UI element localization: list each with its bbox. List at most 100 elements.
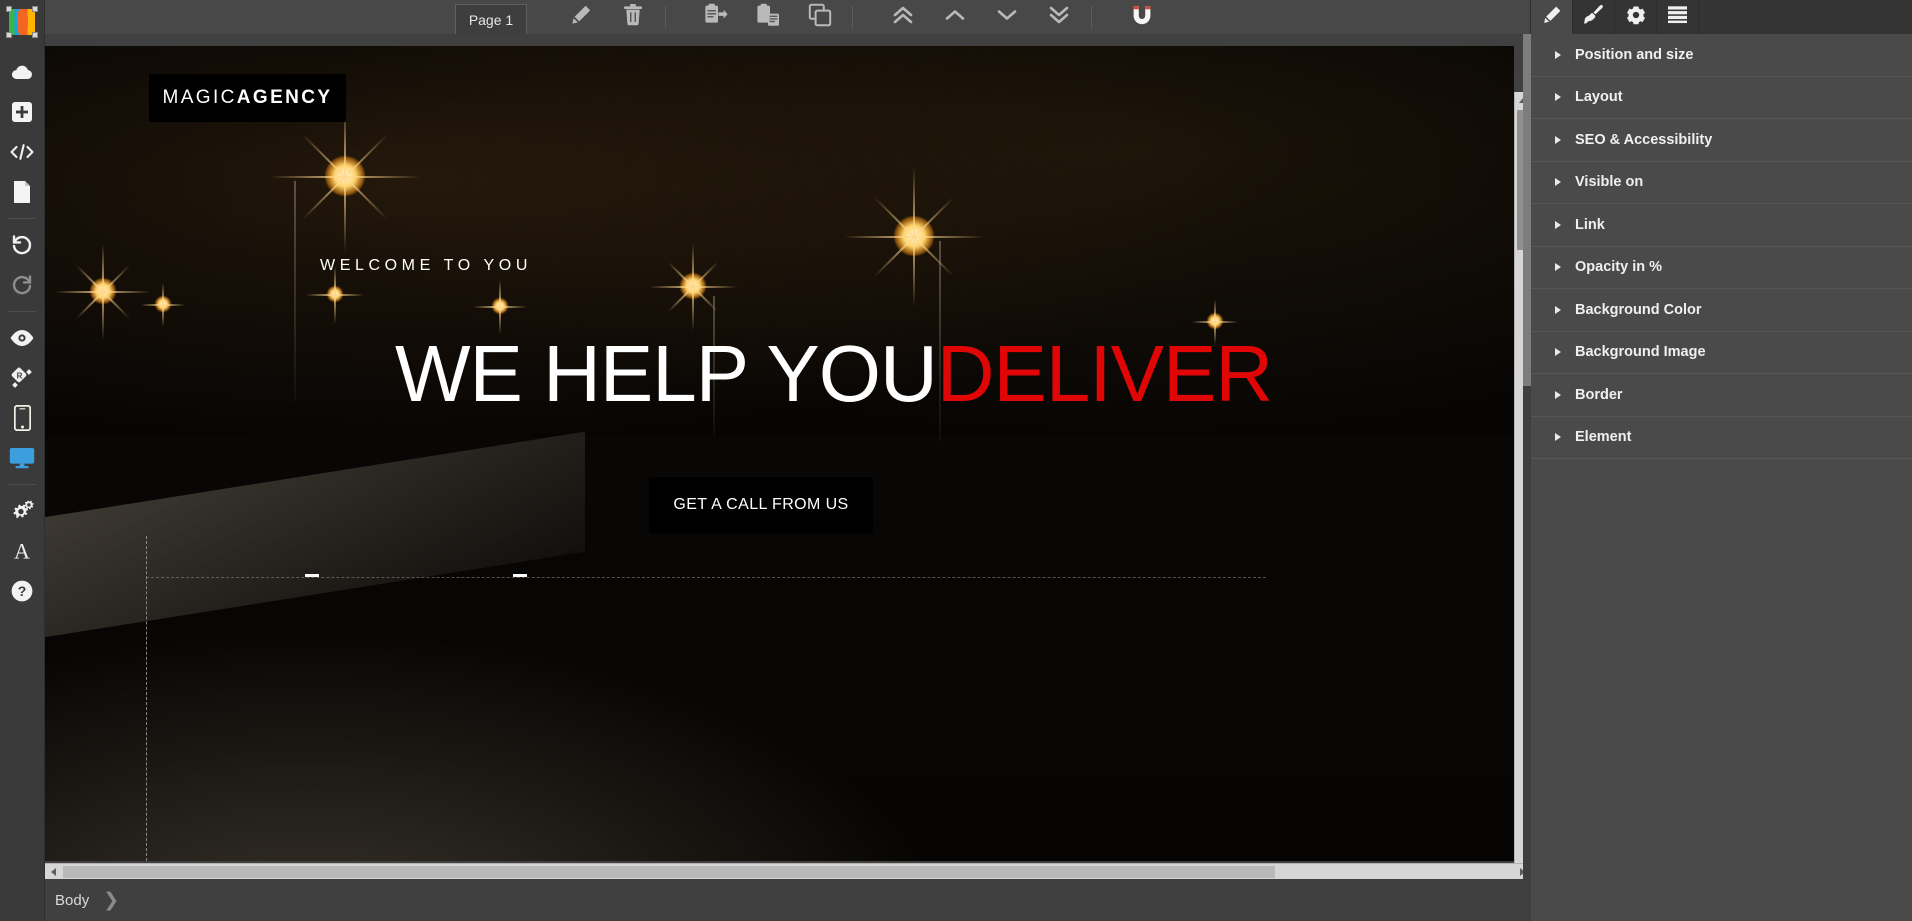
app-logo-icon[interactable] [4,4,40,40]
hero-cta-button[interactable]: GET A CALL FROM US [649,477,873,533]
toolbar-edit-button[interactable] [555,0,607,34]
rail-item-desktop-view[interactable] [0,438,45,478]
tab-styles[interactable] [1573,0,1615,34]
inspector-scrollbar[interactable] [1523,34,1531,921]
selection-handle[interactable] [513,574,527,577]
toolbar-snap-button[interactable] [1116,0,1168,34]
section-position-and-size[interactable]: Position and size [1531,34,1912,77]
inspector-scroll-track[interactable] [1523,386,1531,921]
chevron-right-icon [1555,390,1561,399]
site-logo-bold-text: AGENCY [236,87,333,108]
chevron-right-icon [1555,50,1561,59]
hero-headline[interactable]: WE HELP YOUDELIVER [395,334,1273,414]
breadcrumb-body[interactable]: Body [55,892,89,909]
undo-arrow-icon [10,233,34,257]
pencil-icon [1542,5,1562,30]
rail-item-help[interactable]: ? [0,571,45,611]
rail-item-settings[interactable] [0,491,45,531]
left-toolbar: R A ? [0,0,45,921]
tab-properties[interactable] [1531,0,1573,34]
rail-item-undo[interactable] [0,225,45,265]
canvas-area: MAGIC AGENCY WELCOME TO YOU WE HELP YOUDE… [45,46,1531,921]
desktop-monitor-icon [9,447,35,469]
section-label: Background Image [1575,344,1706,361]
toolbar-move-up-button[interactable] [929,0,981,34]
chevron-right-icon [1555,263,1561,272]
pencil-icon [570,4,592,31]
page-tab-label: Page 1 [468,11,514,28]
section-seo-accessibility[interactable]: SEO & Accessibility [1531,119,1912,162]
code-brackets-icon [9,142,35,162]
chevron-right-icon [1555,433,1561,442]
hero-cta-label: GET A CALL FROM US [673,496,849,513]
hero-eyebrow[interactable]: WELCOME TO YOU [320,257,532,275]
clipboard-paste-icon [756,3,780,32]
section-element[interactable]: Element [1531,417,1912,459]
section-opacity[interactable]: Opacity in % [1531,247,1912,289]
breadcrumb-separator-icon: ❯ [103,889,120,911]
scroll-left-arrow[interactable] [45,864,61,880]
toolbar-divider-1 [665,6,666,28]
inspector-tabs [1531,0,1912,34]
canvas-viewport[interactable]: MAGIC AGENCY WELCOME TO YOU WE HELP YOUDE… [45,46,1530,879]
plus-square-icon [11,101,33,123]
section-background-image[interactable]: Background Image [1531,332,1912,374]
tab-list[interactable] [1657,0,1699,34]
magnet-icon [1131,3,1153,32]
tab-settings[interactable] [1615,0,1657,34]
list-lines-icon [1667,5,1688,29]
section-label: Position and size [1575,46,1694,63]
site-logo[interactable]: MAGIC AGENCY [149,74,346,122]
page-tab-page-1[interactable]: Page 1 [455,4,527,34]
gears-icon [9,499,35,523]
rail-item-responsive[interactable]: R [0,358,45,398]
toolbar-move-to-top-button[interactable] [877,0,929,34]
hero-section[interactable]: MAGIC AGENCY WELCOME TO YOU WE HELP YOUDE… [45,46,1514,861]
svg-text:R: R [17,371,23,380]
rail-item-mobile-view[interactable] [0,398,45,438]
mobile-phone-icon [13,405,31,431]
app-window: R A ? Page 1 MAGIC AGENCY WELCOME TO YOU… [0,0,1912,921]
chevron-right-icon [1555,178,1561,187]
section-border[interactable]: Border [1531,374,1912,417]
trash-icon [623,3,643,31]
section-background-color[interactable]: Background Color [1531,289,1912,332]
rail-divider-1 [8,218,36,219]
toolbar-duplicate-button[interactable] [794,0,846,34]
page-content[interactable]: MAGIC AGENCY WELCOME TO YOU WE HELP YOUDE… [45,46,1514,861]
toolbar-move-to-bottom-button[interactable] [1033,0,1085,34]
toolbar-move-down-button[interactable] [981,0,1033,34]
section-layout[interactable]: Layout [1531,77,1912,119]
chevron-right-icon [1555,348,1561,357]
hero-headline-red: DELIVER [936,329,1273,418]
rail-divider-2 [8,311,36,312]
toolbar-cut-button[interactable] [690,0,742,34]
selection-handle[interactable] [305,574,319,577]
rail-item-redo[interactable] [0,265,45,305]
toolbar-divider-2 [852,6,853,28]
canvas-horizontal-scroll-thumb[interactable] [63,866,1275,878]
rail-item-cloud[interactable] [0,52,45,92]
svg-text:A: A [14,539,30,563]
canvas-horizontal-scrollbar[interactable] [45,863,1530,879]
toolbar-delete-button[interactable] [607,0,659,34]
section-link[interactable]: Link [1531,204,1912,247]
rail-item-typography[interactable]: A [0,531,45,571]
section-label: Opacity in % [1575,259,1663,276]
rail-item-page[interactable] [0,172,45,212]
rail-item-add[interactable] [0,92,45,132]
chevron-right-icon [1555,135,1561,144]
section-label: Background Color [1575,301,1702,318]
rail-item-code[interactable] [0,132,45,172]
eye-icon [9,329,35,347]
top-toolbar: Page 1 [45,0,1530,34]
section-label: Border [1575,386,1623,403]
rail-item-preview[interactable] [0,318,45,358]
section-visible-on[interactable]: Visible on [1531,162,1912,204]
copy-layers-icon [808,3,832,32]
inspector-sections: Position and size Layout SEO & Accessibi… [1531,34,1912,459]
inspector-scroll-thumb[interactable] [1523,34,1531,386]
chevron-right-icon [1555,305,1561,314]
section-label: Element [1575,429,1632,446]
toolbar-paste-button[interactable] [742,0,794,34]
